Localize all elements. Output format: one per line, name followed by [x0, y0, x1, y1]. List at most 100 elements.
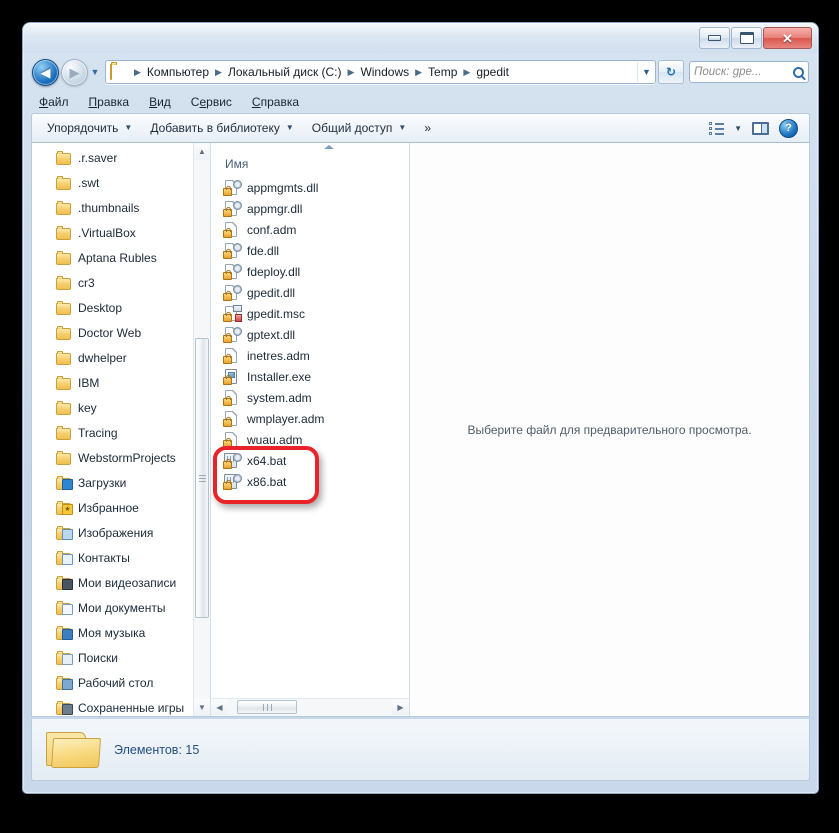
breadcrumb-item-1[interactable]: Локальный диск (C:) [227, 62, 343, 82]
file-row[interactable]: wmplayer.adm [211, 408, 409, 429]
menu-item-4[interactable]: Справка [252, 91, 299, 113]
scroll-left-button[interactable]: ◀ [211, 699, 228, 715]
folder-favorites-icon: ★ [56, 500, 73, 515]
preview-pane-button[interactable] [747, 117, 774, 139]
file-row[interactable]: inetres.adm [211, 345, 409, 366]
horizontal-scrollbar-thumb[interactable] [237, 700, 297, 714]
nav-pane-scrollbar[interactable]: ▲ ▼ [193, 143, 210, 716]
tree-item-16[interactable]: Контакты [32, 545, 194, 570]
chevron-down-icon: ▼ [734, 123, 742, 133]
organize-button[interactable]: Упорядочить ▼ [38, 117, 141, 139]
tree-item-12[interactable]: WebstormProjects [32, 445, 194, 470]
folder-tree[interactable]: .r.saver .swt .thumbnails .VirtualBox Aptana… [32, 145, 194, 716]
file-row[interactable]: x64.bat [211, 450, 409, 471]
tree-item-0[interactable]: .r.saver [32, 145, 194, 170]
tree-item-20[interactable]: Поиски [32, 645, 194, 670]
breadcrumb-item-3[interactable]: Temp [427, 62, 458, 82]
help-button[interactable]: ? [774, 117, 803, 139]
chevron-down-icon: ▼ [90, 67, 100, 77]
tree-item-6[interactable]: Desktop [32, 295, 194, 320]
view-options-caret[interactable]: ▼ [729, 117, 747, 139]
tree-item-3[interactable]: .VirtualBox [32, 220, 194, 245]
bat-file-icon [223, 473, 242, 490]
file-list[interactable]: appmgmts.dll appmgr.dll conf.adm fde.dll fde… [211, 177, 409, 492]
file-name-label: inetres.adm [247, 348, 310, 363]
scroll-right-button[interactable]: ▶ [392, 699, 409, 715]
file-row[interactable]: system.adm [211, 387, 409, 408]
menu-item-1[interactable]: Правка [89, 91, 130, 113]
tree-item-19[interactable]: Моя музыка [32, 620, 194, 645]
tree-item-15[interactable]: Изображения [32, 520, 194, 545]
tree-item-9[interactable]: IBM [32, 370, 194, 395]
address-dropdown-button[interactable]: ▼ [637, 62, 655, 82]
scroll-up-button[interactable]: ▲ [194, 143, 210, 160]
nav-scrollbar-thumb[interactable] [195, 338, 209, 618]
toolbar-overflow-button[interactable]: » [415, 117, 440, 139]
back-button[interactable]: ◀ [32, 58, 59, 86]
breadcrumb-item-2[interactable]: Windows [359, 62, 410, 82]
search-box[interactable]: Поиск: gpe... [689, 61, 809, 83]
tree-item-label: Мои документы [78, 600, 166, 615]
menu-item-3[interactable]: Сервис [191, 91, 232, 113]
folder-pictures-icon [56, 525, 73, 540]
share-button[interactable]: Общий доступ ▼ [303, 117, 416, 139]
adm-file-icon [223, 221, 240, 238]
file-row[interactable]: x86.bat [211, 471, 409, 492]
history-dropdown-button[interactable]: ▼ [88, 60, 102, 85]
forward-button[interactable]: ▶ [61, 58, 88, 86]
tree-item-5[interactable]: cr3 [32, 270, 194, 295]
folder-icon [56, 275, 72, 290]
address-bar[interactable]: ▶ Компьютер ▶ Локальный диск (C:) ▶ Windows ▶ T… [105, 60, 656, 84]
minimize-button[interactable] [699, 27, 730, 49]
tree-item-18[interactable]: Мои документы [32, 595, 194, 620]
tree-item-11[interactable]: Tracing [32, 420, 194, 445]
file-row[interactable]: gptext.dll [211, 324, 409, 345]
scroll-down-button[interactable]: ▼ [194, 699, 210, 716]
file-row[interactable]: gpedit.msc [211, 303, 409, 324]
tree-item-21[interactable]: Рабочий стол [32, 670, 194, 695]
search-input[interactable]: Поиск: gpe... [694, 66, 793, 78]
breadcrumb-item-4[interactable]: gpedit [475, 62, 510, 82]
tree-item-label: IBM [78, 375, 100, 390]
restore-button[interactable] [731, 27, 762, 49]
file-row[interactable]: Installer.exe [211, 366, 409, 387]
add-to-library-button[interactable]: Добавить в библиотеку ▼ [141, 117, 302, 139]
tree-item-8[interactable]: dwhelper [32, 345, 194, 370]
file-row[interactable]: fde.dll [211, 240, 409, 261]
tree-item-2[interactable]: .thumbnails [32, 195, 194, 220]
breadcrumb-item-0[interactable]: Компьютер [146, 62, 210, 82]
file-list-pane[interactable]: Имя appmgmts.dll appmgr.dll conf.adm fde.dl… [211, 143, 409, 716]
file-row[interactable]: fdeploy.dll [211, 261, 409, 282]
file-row[interactable]: wuau.adm [211, 429, 409, 450]
tree-item-13[interactable]: Загрузки [32, 470, 194, 495]
file-row[interactable]: gpedit.dll [211, 282, 409, 303]
tree-item-label: Загрузки [78, 475, 127, 490]
navigation-pane[interactable]: .r.saver .swt .thumbnails .VirtualBox Aptana… [32, 143, 210, 716]
folder-icon [56, 225, 72, 240]
tree-item-label: Поиски [78, 650, 118, 665]
title-bar[interactable]: ✕ [23, 23, 818, 53]
tree-item-14[interactable]: ★ Избранное [32, 495, 194, 520]
view-options-icon [709, 122, 725, 135]
chevron-down-icon: ▼ [642, 67, 651, 77]
file-row[interactable]: appmgr.dll [211, 198, 409, 219]
refresh-button[interactable]: ↻ [658, 60, 684, 84]
menu-item-0[interactable]: Файл [39, 91, 69, 113]
breadcrumb[interactable]: ▶ Компьютер ▶ Локальный диск (C:) ▶ Windows ▶ T… [106, 61, 637, 83]
file-row[interactable]: conf.adm [211, 219, 409, 240]
tree-item-22[interactable]: Сохраненные игры [32, 695, 194, 716]
folder-icon [56, 150, 72, 165]
tree-item-label: .r.saver [78, 150, 118, 165]
close-button[interactable]: ✕ [763, 27, 812, 49]
tree-item-7[interactable]: Doctor Web [32, 320, 194, 345]
menu-item-2[interactable]: Вид [149, 91, 171, 113]
file-pane-horizontal-scrollbar[interactable]: ◀ ▶ [211, 698, 409, 716]
tree-item-4[interactable]: Aptana Rubles [32, 245, 194, 270]
column-header-name[interactable]: Имя [211, 153, 409, 175]
view-options-button[interactable] [704, 117, 729, 139]
tree-item-10[interactable]: key [32, 395, 194, 420]
tree-item-1[interactable]: .swt [32, 170, 194, 195]
file-row[interactable]: appmgmts.dll [211, 177, 409, 198]
tree-item-17[interactable]: Мои видеозаписи [32, 570, 194, 595]
folder-contacts-icon [56, 550, 73, 565]
